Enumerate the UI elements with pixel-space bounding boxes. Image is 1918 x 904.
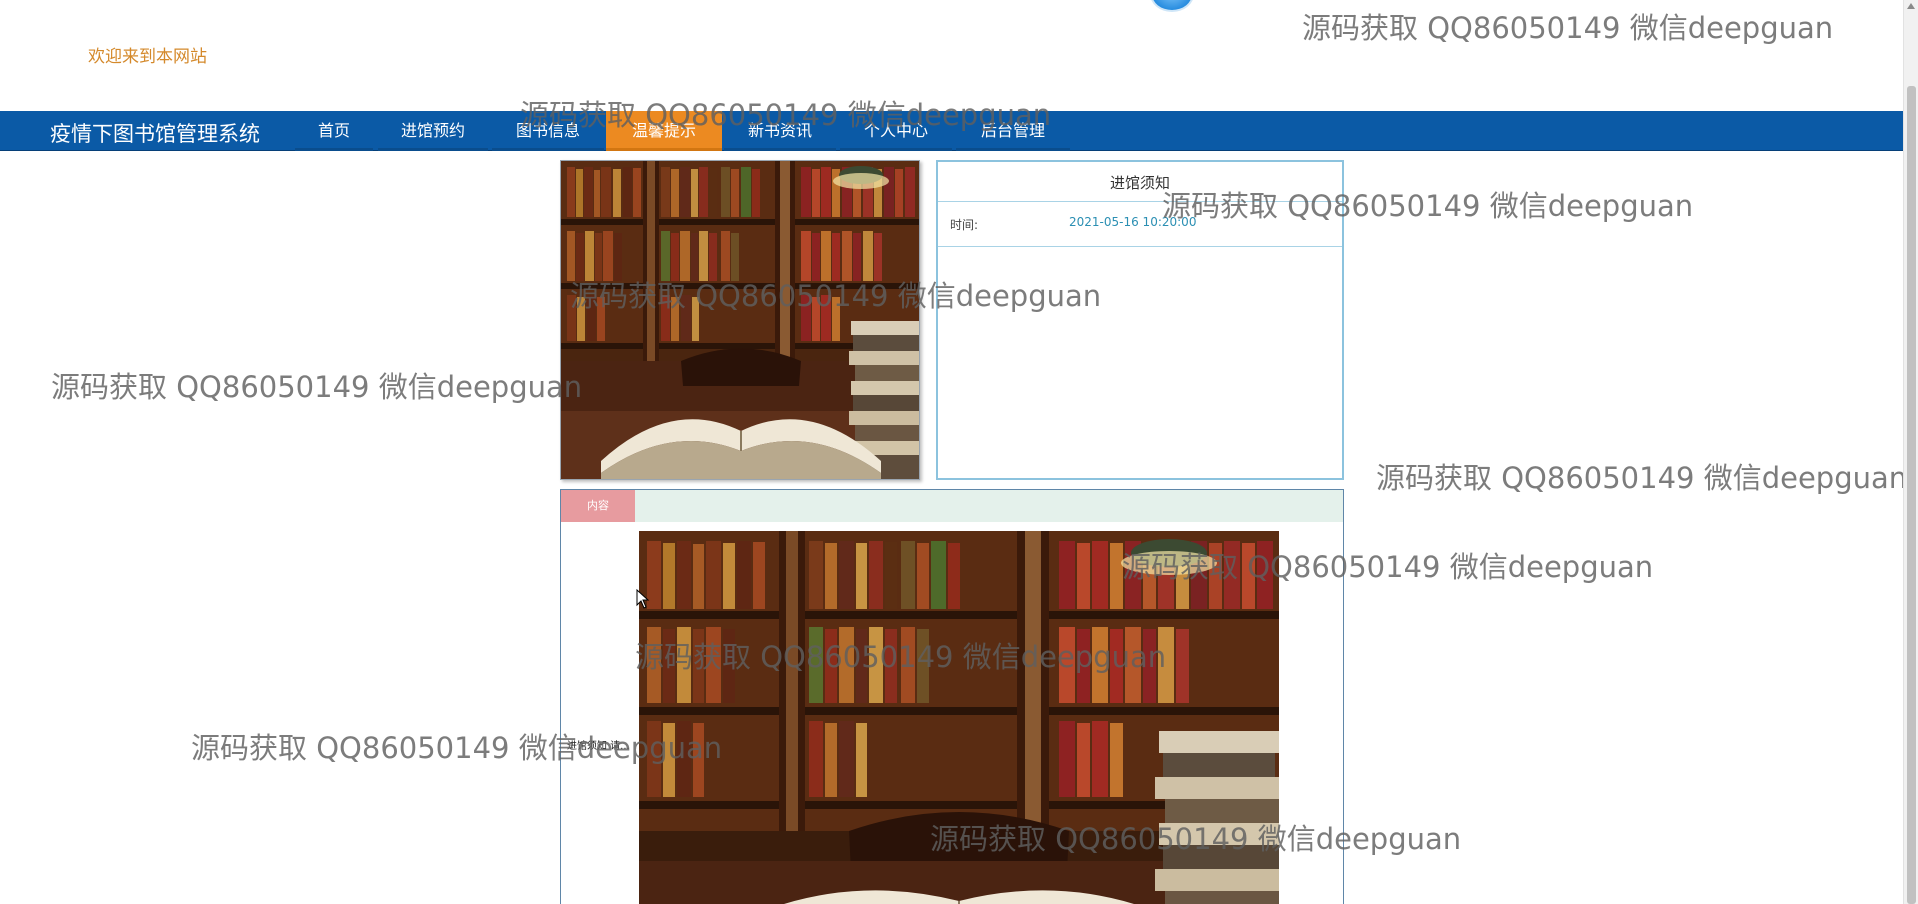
watermark: 源码获取 QQ86050149 微信deepguan xyxy=(51,370,583,404)
watermark: 源码获取 QQ86050149 微信deepguan xyxy=(1302,11,1834,45)
notice-divider xyxy=(938,201,1342,202)
nav-item-books[interactable]: 图书信息 xyxy=(492,111,604,151)
nav-item-news[interactable]: 新书资讯 xyxy=(724,111,836,151)
scrollbar-thumb[interactable] xyxy=(1907,86,1916,904)
tab-content[interactable]: 内容 xyxy=(561,490,635,522)
floating-ball-icon[interactable] xyxy=(1150,0,1194,12)
main-nav: 疫情下图书馆管理系统 首页 进馆预约 图书信息 温馨提示 新书资讯 个人中心 后… xyxy=(0,111,1903,151)
site-brand[interactable]: 疫情下图书馆管理系统 xyxy=(50,118,260,148)
nav-item-reservation[interactable]: 进馆预约 xyxy=(378,111,488,151)
watermark: 源码获取 QQ86050149 微信deepguan xyxy=(1376,461,1908,495)
content-panel: 内容 进馆须知 请... xyxy=(560,489,1344,904)
page-scrollbar[interactable] xyxy=(1903,0,1918,904)
mouse-cursor-icon xyxy=(636,589,650,609)
page: 欢迎来到本网站 疫情下图书馆管理系统 首页 进馆预约 图书信息 温馨提示 新书资… xyxy=(0,0,1918,904)
notice-panel: 进馆须知 时间: 2021-05-16 10:20:00 xyxy=(936,160,1344,480)
nav-item-profile[interactable]: 个人中心 xyxy=(840,111,952,151)
library-image xyxy=(560,160,920,480)
nav-item-home[interactable]: 首页 xyxy=(295,111,373,151)
notice-time-value: 2021-05-16 10:20:00 xyxy=(1069,215,1197,229)
welcome-text: 欢迎来到本网站 xyxy=(88,47,207,67)
content-tabbar: 内容 xyxy=(561,490,1343,522)
notice-time-label: 时间: xyxy=(950,218,979,232)
content-side-text: 进馆须知 请... xyxy=(567,741,630,752)
content-library-image xyxy=(639,531,1279,904)
nav-item-tips[interactable]: 温馨提示 xyxy=(606,111,722,151)
scroll-up-icon[interactable] xyxy=(1907,3,1915,9)
nav-item-admin[interactable]: 后台管理 xyxy=(956,111,1070,151)
notice-title: 进馆须知 xyxy=(1109,174,1170,192)
notice-divider xyxy=(938,246,1342,247)
